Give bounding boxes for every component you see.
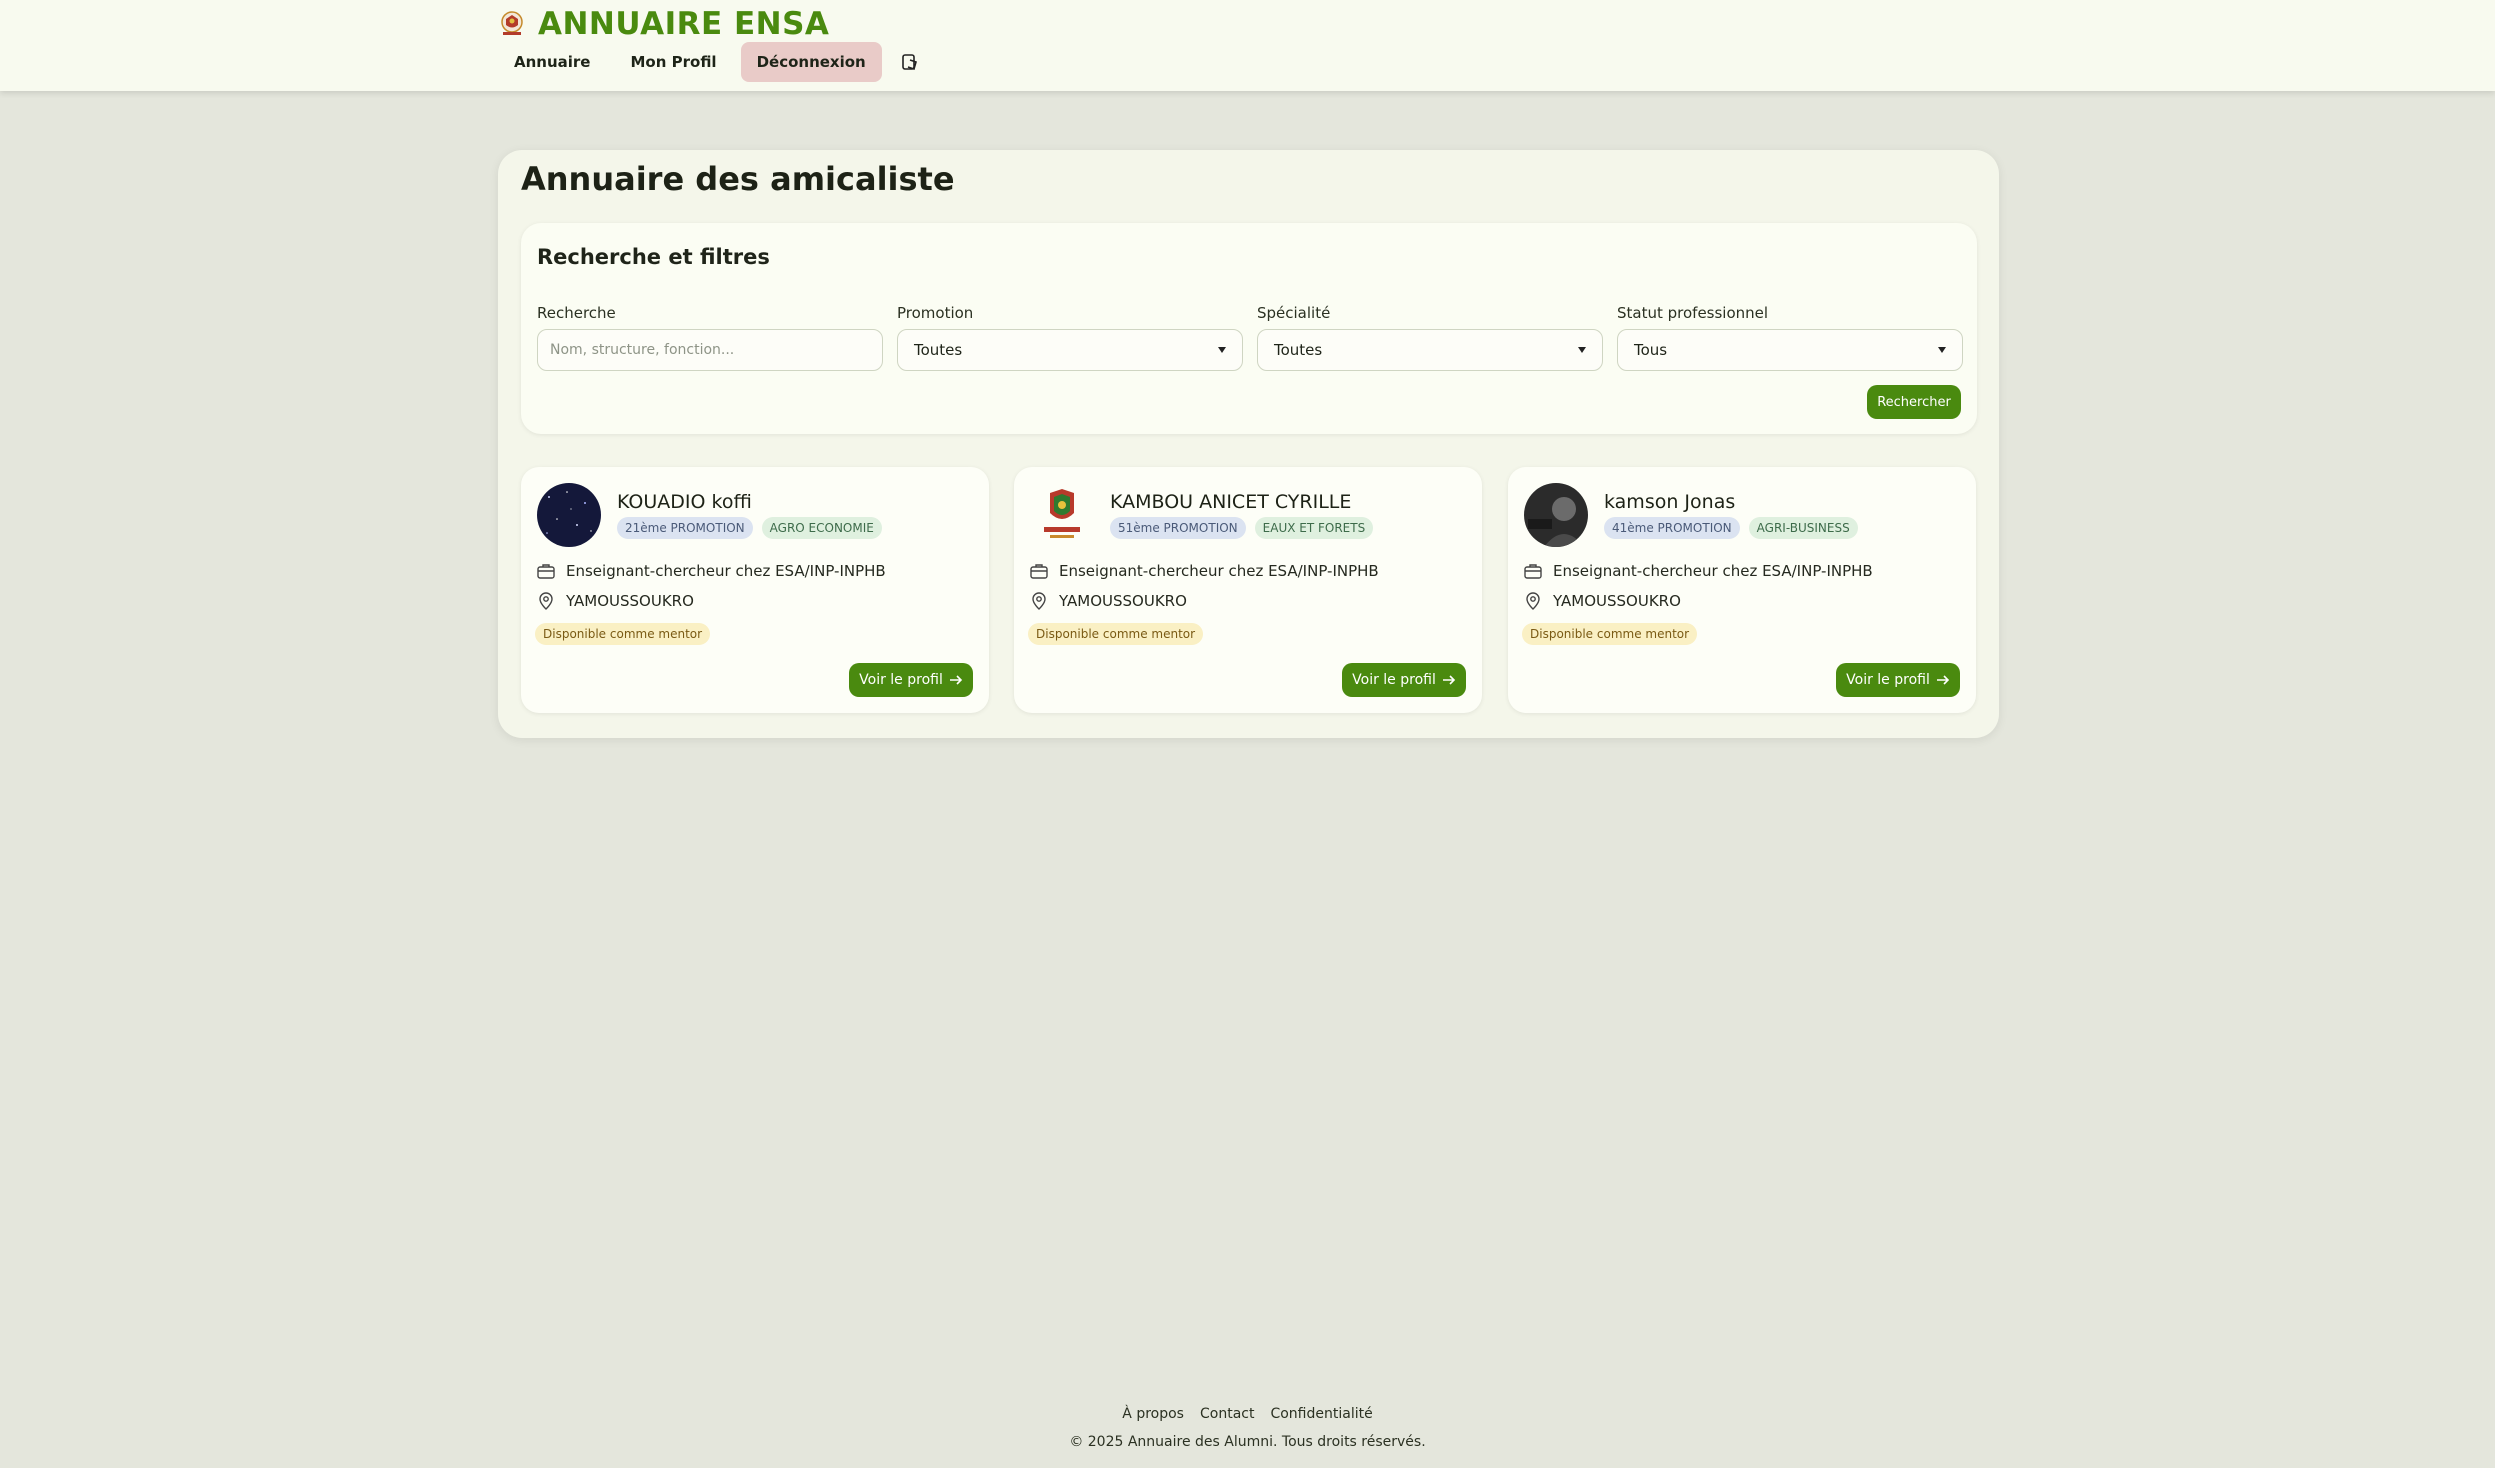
search-field: Recherche Nom, structure, fonction...: [537, 304, 883, 371]
briefcase-icon: [1030, 564, 1048, 579]
badges: 51ème PROMOTION EAUX ET FORETS: [1110, 517, 1382, 539]
nav-deconnexion[interactable]: Déconnexion: [740, 42, 882, 82]
promotion-value: Toutes: [914, 341, 963, 359]
search-label: Recherche: [537, 304, 616, 322]
statut-value: Tous: [1634, 341, 1668, 359]
promotion-field: Promotion Toutes: [897, 304, 1243, 371]
search-button[interactable]: Rechercher: [1867, 385, 1961, 419]
location-pin-icon: [539, 592, 553, 610]
job-row: Enseignant-chercheur chez ESA/INP-INPHB: [537, 562, 886, 580]
location-pin-icon: [1032, 592, 1046, 610]
location-pin-icon: [1526, 592, 1540, 610]
promotion-label: Promotion: [897, 304, 974, 322]
city-text: YAMOUSSOUKRO: [1553, 592, 1681, 610]
alumni-card: KOUADIO koffi 21ème PROMOTION AGRO ECONO…: [521, 467, 989, 713]
promotion-badge: 51ème PROMOTION: [1110, 517, 1246, 539]
specialite-badge: EAUX ET FORETS: [1254, 517, 1374, 539]
statut-label: Statut professionnel: [1617, 304, 1769, 322]
view-profile-label: Voir le profil: [1352, 672, 1436, 688]
promotion-select[interactable]: Toutes: [897, 329, 1243, 371]
chevron-down-icon: [1938, 347, 1946, 353]
footer-links: À propos Contact Confidentialité: [0, 1406, 2495, 1422]
chevron-down-icon: [1218, 347, 1226, 353]
location-row: YAMOUSSOUKRO: [1030, 592, 1187, 610]
view-profile-button[interactable]: Voir le profil: [1836, 663, 1960, 697]
statut-field: Statut professionnel Tous: [1617, 304, 1963, 371]
avatar: [1524, 483, 1588, 547]
brand[interactable]: ANNUAIRE ENSA: [498, 6, 829, 42]
specialite-value: Toutes: [1274, 341, 1323, 359]
job-text: Enseignant-chercheur chez ESA/INP-INPHB: [566, 562, 886, 580]
promotion-badge: 41ème PROMOTION: [1604, 517, 1740, 539]
page-title: Annuaire des amicaliste: [521, 160, 955, 198]
promotion-badge: 21ème PROMOTION: [617, 517, 753, 539]
filters-card: Recherche et filtres Recherche Nom, stru…: [521, 223, 1977, 434]
footer-link-contact[interactable]: Contact: [1200, 1406, 1254, 1422]
specialite-badge: AGRI-BUSINESS: [1748, 517, 1858, 539]
job-row: Enseignant-chercheur chez ESA/INP-INPHB: [1030, 562, 1379, 580]
alumni-name: KOUADIO koffi: [617, 491, 752, 513]
view-profile-label: Voir le profil: [1846, 672, 1930, 688]
alumni-name: KAMBOU ANICET CYRILLE: [1110, 491, 1352, 513]
footer-link-about[interactable]: À propos: [1122, 1406, 1184, 1422]
top-header: ANNUAIRE ENSA Annuaire Mon Profil Déconn…: [0, 0, 2495, 91]
job-text: Enseignant-chercheur chez ESA/INP-INPHB: [1059, 562, 1379, 580]
job-row: Enseignant-chercheur chez ESA/INP-INPHB: [1524, 562, 1873, 580]
theme-toggle-button[interactable]: [890, 42, 930, 82]
directory-panel: Annuaire des amicaliste Recherche et fil…: [498, 150, 1999, 738]
avatar: [537, 483, 601, 547]
arrow-right-icon: [1936, 675, 1949, 685]
mentor-badge: Disponible comme mentor: [1522, 623, 1698, 645]
brand-title: ANNUAIRE ENSA: [538, 6, 830, 42]
copyright: © 2025 Annuaire des Alumni. Tous droits …: [1069, 1434, 1426, 1450]
city-text: YAMOUSSOUKRO: [1059, 592, 1187, 610]
ensa-logo-icon: [501, 11, 523, 35]
briefcase-icon: [1524, 564, 1542, 579]
job-text: Enseignant-chercheur chez ESA/INP-INPHB: [1553, 562, 1873, 580]
arrow-right-icon: [949, 675, 962, 685]
theme-toggle-icon: [901, 54, 917, 71]
main-nav: Annuaire Mon Profil Déconnexion: [498, 42, 930, 82]
statut-select[interactable]: Tous: [1617, 329, 1963, 371]
filters-title: Recherche et filtres: [537, 245, 770, 269]
view-profile-button[interactable]: Voir le profil: [849, 663, 973, 697]
mentor-badge: Disponible comme mentor: [1028, 623, 1204, 645]
chevron-down-icon: [1578, 347, 1586, 353]
footer-link-privacy[interactable]: Confidentialité: [1270, 1406, 1372, 1422]
briefcase-icon: [537, 564, 555, 579]
location-row: YAMOUSSOUKRO: [1524, 592, 1681, 610]
specialite-select[interactable]: Toutes: [1257, 329, 1603, 371]
specialite-field: Spécialité Toutes: [1257, 304, 1603, 371]
view-profile-label: Voir le profil: [859, 672, 943, 688]
arrow-right-icon: [1442, 675, 1455, 685]
view-profile-button[interactable]: Voir le profil: [1342, 663, 1466, 697]
avatar: [1030, 483, 1094, 547]
search-input[interactable]: Nom, structure, fonction...: [537, 329, 883, 371]
alumni-card: KAMBOU ANICET CYRILLE 51ème PROMOTION EA…: [1014, 467, 1482, 713]
badges: 41ème PROMOTION AGRI-BUSINESS: [1604, 517, 1867, 539]
location-row: YAMOUSSOUKRO: [537, 592, 694, 610]
nav-annuaire[interactable]: Annuaire: [498, 42, 606, 82]
alumni-name: kamson Jonas: [1604, 491, 1736, 513]
badges: 21ème PROMOTION AGRO ECONOMIE: [617, 517, 891, 539]
specialite-badge: AGRO ECONOMIE: [761, 517, 882, 539]
alumni-card: kamson Jonas 41ème PROMOTION AGRI-BUSINE…: [1508, 467, 1976, 713]
mentor-badge: Disponible comme mentor: [535, 623, 711, 645]
specialite-label: Spécialité: [1257, 304, 1331, 322]
city-text: YAMOUSSOUKRO: [566, 592, 694, 610]
nav-mon-profil[interactable]: Mon Profil: [614, 42, 732, 82]
